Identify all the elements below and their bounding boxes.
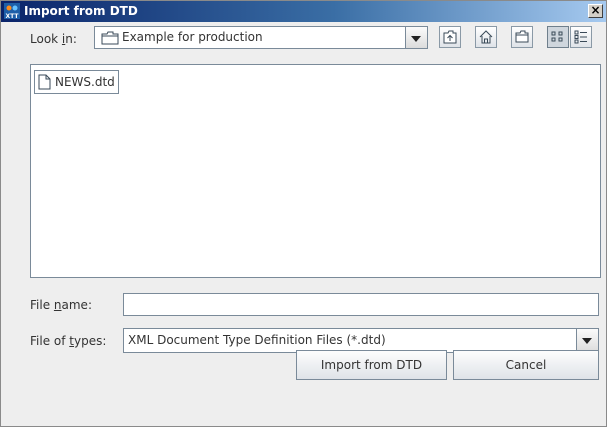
file-list[interactable]: NEWS.dtd [30,64,601,278]
look-in-combo[interactable]: Example for production [94,26,428,49]
chevron-down-icon[interactable] [576,329,598,352]
window-title: Import from DTD [24,4,138,18]
import-from-dtd-button[interactable]: Import from DTD [296,350,447,380]
file-name: NEWS.dtd [55,75,115,89]
list-view-button[interactable] [547,26,569,48]
file-types-value: XML Document Type Definition Files (*.dt… [128,333,386,347]
list-item[interactable]: NEWS.dtd [34,70,119,94]
home-icon [479,30,493,44]
title-bar[interactable]: XTT Import from DTD × [1,1,606,22]
file-icon [38,74,51,90]
folder-icon [101,31,119,45]
look-in-value: Example for production [122,30,263,44]
cancel-button[interactable]: Cancel [453,350,599,380]
home-button[interactable] [475,26,497,48]
up-folder-icon [443,30,457,44]
app-logo-icon: XTT [4,3,20,19]
new-folder-button[interactable] [511,26,533,48]
svg-text:XTT: XTT [6,13,20,19]
look-in-label: Look in: [30,32,77,46]
details-view-icon [574,30,587,44]
close-icon[interactable]: × [588,4,603,18]
file-name-label: File name: [30,298,92,312]
import-dtd-dialog: XTT Import from DTD × Look in: Example f… [0,0,607,427]
new-folder-icon [515,30,529,43]
details-view-button[interactable] [570,26,592,48]
up-folder-button[interactable] [439,26,461,48]
file-types-label: File of types: [30,334,107,348]
file-name-input[interactable] [123,293,599,316]
chevron-down-icon[interactable] [405,27,427,48]
list-view-icon [551,31,563,42]
